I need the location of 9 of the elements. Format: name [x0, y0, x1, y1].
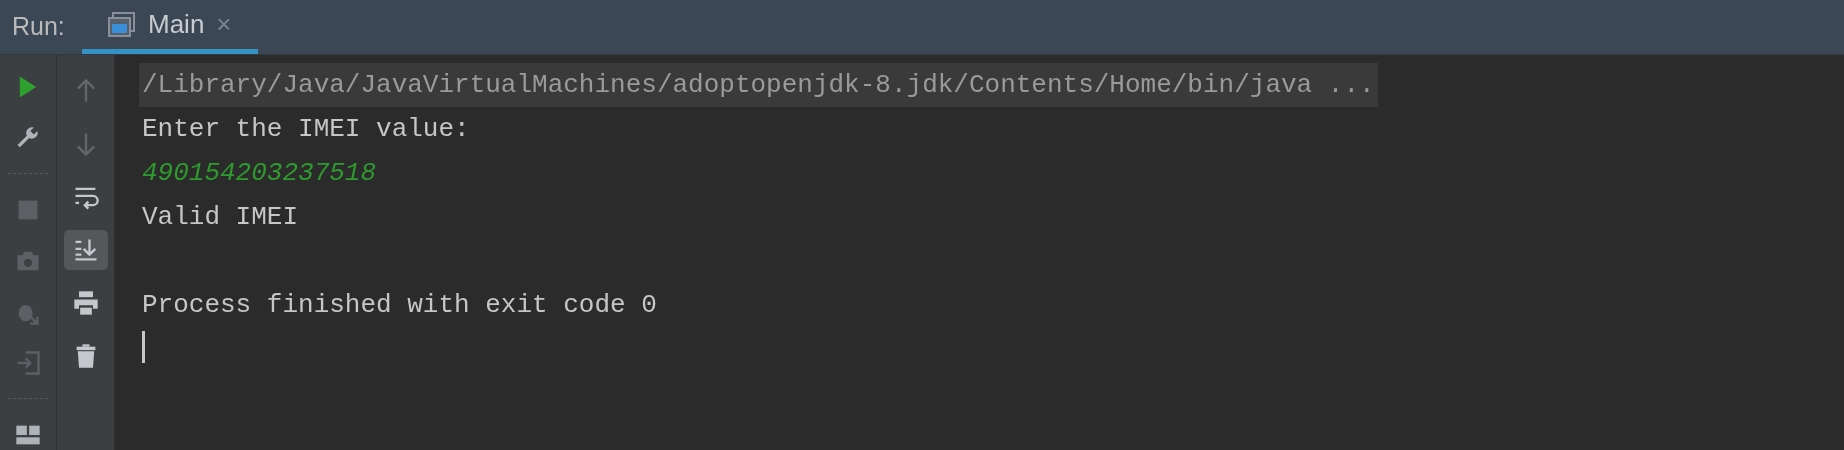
output-line: Enter the IMEI value:: [141, 113, 471, 146]
toolbar-button[interactable]: [63, 230, 108, 270]
output-line: Process finished with exit code 0: [141, 289, 658, 322]
window-icon: [108, 11, 136, 38]
run-label: Run:: [11, 11, 66, 43]
tab-label: Main: [148, 8, 205, 41]
printer-icon: [71, 289, 100, 317]
input-line: 490154203237518: [141, 157, 378, 190]
output-line: Valid IMEI: [141, 201, 300, 234]
